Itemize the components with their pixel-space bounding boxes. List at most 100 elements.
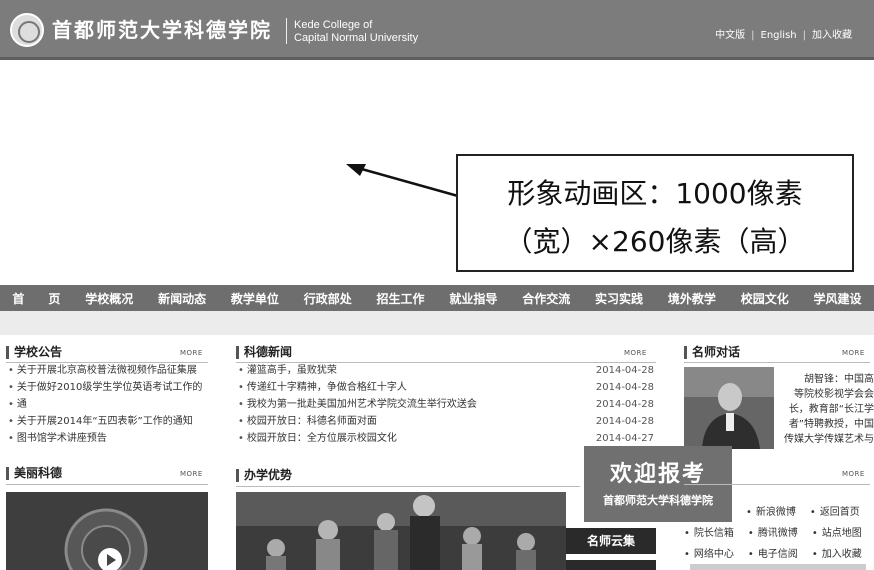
link-bookmark[interactable]: 加入收藏 bbox=[812, 30, 852, 41]
nav-study-style[interactable]: 学风建设 bbox=[801, 290, 874, 307]
teacher-photo-image bbox=[684, 367, 774, 449]
beauty-title[interactable]: 美丽科德 bbox=[6, 467, 62, 480]
main-nav: 首 页 学校概况 新闻动态 教学单位 行政部处 招生工作 就业指导 合作交流 实… bbox=[0, 285, 874, 311]
notice-item-continued[interactable]: 通 bbox=[8, 396, 208, 413]
quick-links-row: • 网络中心 • 电子信阅 • 加入收藏 bbox=[684, 545, 862, 560]
notice-item[interactable]: 关于开展2014年“五四表彰”工作的通知 bbox=[8, 413, 208, 430]
link-add-favorite[interactable]: 加入收藏 bbox=[822, 549, 862, 560]
bullet: • bbox=[747, 549, 754, 560]
news-item[interactable]: 我校为第一批赴美国加州艺术学院交流生举行欢送会 2014-04-28 bbox=[238, 396, 654, 413]
news-item-date: 2014-04-28 bbox=[595, 382, 654, 393]
teacher-intro-line: 等院校影视学会会 bbox=[794, 389, 874, 400]
teacher-intro-line: 胡智锋：中国高 bbox=[804, 374, 874, 385]
bullet: • bbox=[811, 528, 818, 539]
nav-home[interactable]: 首 页 bbox=[0, 290, 73, 307]
link-dean-mailbox[interactable]: 院长信箱 bbox=[694, 528, 734, 539]
school-seal-logo[interactable] bbox=[10, 13, 44, 47]
bullet: • bbox=[809, 507, 816, 518]
nav-employment[interactable]: 就业指导 bbox=[437, 290, 510, 307]
logo-divider bbox=[286, 18, 287, 44]
quick-links-row: • 新浪微博 • 返回首页 bbox=[684, 503, 860, 518]
quick-links-more[interactable]: MORE bbox=[842, 470, 865, 478]
nav-admissions[interactable]: 招生工作 bbox=[364, 290, 437, 307]
school-name-en-line1: Kede College of bbox=[294, 19, 373, 31]
tab-famous-teachers[interactable]: 名师云集 bbox=[566, 528, 656, 554]
nav-overseas[interactable]: 境外教学 bbox=[655, 290, 728, 307]
link-home[interactable]: 返回首页 bbox=[820, 507, 860, 518]
nav-overview[interactable]: 学校概况 bbox=[73, 290, 146, 307]
news-item-date: 2014-04-28 bbox=[595, 365, 654, 376]
news-item[interactable]: 校园开放日：科德名师面对面 2014-04-28 bbox=[238, 413, 654, 430]
divider bbox=[236, 486, 580, 487]
divider bbox=[6, 484, 208, 485]
divider bbox=[684, 362, 870, 363]
link-chinese[interactable]: 中文版 bbox=[715, 30, 745, 41]
news-item-text: 传递红十字精神，争做合格红十字人 bbox=[246, 382, 407, 393]
bottom-banner-strip[interactable] bbox=[690, 564, 866, 570]
news-more-link[interactable]: MORE bbox=[624, 349, 647, 357]
news-item[interactable]: 灌篮高手，虽败犹荣 2014-04-28 bbox=[238, 362, 654, 379]
news-title[interactable]: 科德新闻 bbox=[236, 346, 292, 359]
bullet: • bbox=[746, 507, 752, 518]
teacher-intro[interactable]: 胡智锋：中国高 等院校影视学会会 长，教育部“长江学 者”特聘教授，中国 传媒大… bbox=[780, 372, 874, 447]
news-list: 灌篮高手，虽败犹荣 2014-04-28 传递红十字精神，争做合格红十字人 2014… bbox=[238, 362, 654, 447]
nav-admin[interactable]: 行政部处 bbox=[291, 290, 364, 307]
banner-note-line2: （宽）×260像素（高） bbox=[504, 225, 806, 258]
teacher-more-link[interactable]: MORE bbox=[842, 349, 865, 357]
nav-cooperation[interactable]: 合作交流 bbox=[510, 290, 583, 307]
bullet: • bbox=[684, 528, 690, 539]
teacher-intro-line: 长，教育部“长江学 bbox=[788, 404, 874, 415]
campus-video[interactable] bbox=[6, 492, 208, 570]
news-item-date: 2014-04-27 bbox=[595, 433, 654, 444]
notice-item[interactable]: 图书馆学术讲座预告 bbox=[8, 430, 208, 447]
school-name-cn[interactable]: 首都师范大学科德学院 bbox=[52, 14, 272, 43]
news-item-date: 2014-04-28 bbox=[595, 416, 654, 427]
school-name-en[interactable]: Kede College of Capital Normal Universit… bbox=[294, 19, 418, 45]
teacher-intro-line: 者”特聘教授，中国 bbox=[788, 419, 874, 430]
news-item[interactable]: 校园开放日：全方位展示校园文化 2014-04-27 bbox=[238, 430, 654, 447]
news-item-text: 校园开放日：全方位展示校园文化 bbox=[246, 433, 397, 444]
notice-title[interactable]: 学校公告 bbox=[6, 346, 62, 359]
bullet: • bbox=[684, 549, 690, 560]
tab-next[interactable] bbox=[566, 560, 656, 570]
link-sitemap[interactable]: 站点地图 bbox=[822, 528, 862, 539]
nav-campus-culture[interactable]: 校园文化 bbox=[728, 290, 801, 307]
nav-teaching-units[interactable]: 教学单位 bbox=[218, 290, 291, 307]
link-network-center[interactable]: 网络中心 bbox=[694, 549, 734, 560]
notice-item-text: 通 bbox=[16, 399, 27, 410]
advantage-photo[interactable] bbox=[236, 492, 566, 570]
notice-item[interactable]: 关于做好2010级学生学位英语考试工作的 bbox=[8, 379, 208, 396]
advantage-title[interactable]: 办学优势 bbox=[236, 469, 292, 482]
link-weibo-tencent[interactable]: 腾讯微博 bbox=[758, 528, 798, 539]
separator: | bbox=[751, 30, 755, 41]
performance-image bbox=[236, 492, 566, 570]
banner-note-line1: 形象动画区：1000像素 bbox=[507, 177, 803, 210]
beauty-more-link[interactable]: MORE bbox=[180, 470, 203, 478]
notice-list: 关于开展北京高校普法微视频作品征集展 关于做好2010级学生学位英语考试工作的 … bbox=[8, 362, 208, 447]
top-links: 中文版 | English | 加入收藏 bbox=[715, 26, 852, 41]
link-e-reading[interactable]: 电子信阅 bbox=[758, 549, 798, 560]
link-english[interactable]: English bbox=[761, 30, 797, 41]
nav-news[interactable]: 新闻动态 bbox=[146, 290, 219, 307]
news-item[interactable]: 传递红十字精神，争做合格红十字人 2014-04-28 bbox=[238, 379, 654, 396]
divider bbox=[684, 484, 870, 485]
teacher-intro-line: 传媒大学传媒艺术与 bbox=[784, 434, 874, 445]
quick-links-row: • 院长信箱 • 腾讯微博 • 站点地图 bbox=[684, 524, 862, 539]
nav-practice[interactable]: 实习实践 bbox=[583, 290, 656, 307]
play-icon[interactable] bbox=[98, 548, 122, 570]
bullet: • bbox=[747, 528, 754, 539]
notice-more-link[interactable]: MORE bbox=[180, 349, 203, 357]
teacher-photo[interactable] bbox=[684, 367, 774, 449]
link-weibo-sina[interactable]: 新浪微博 bbox=[756, 507, 796, 518]
separator: | bbox=[802, 30, 806, 41]
pointer-arrow-icon bbox=[346, 164, 459, 198]
news-item-text: 我校为第一批赴美国加州艺术学院交流生举行欢送会 bbox=[246, 399, 477, 410]
site-header: 首都师范大学科德学院 Kede College of Capital Norma… bbox=[0, 0, 874, 60]
banner-size-note: 形象动画区：1000像素 （宽）×260像素（高） bbox=[456, 154, 854, 272]
news-item-date: 2014-04-28 bbox=[595, 399, 654, 410]
news-item-text: 校园开放日：科德名师面对面 bbox=[246, 416, 377, 427]
sub-nav-strip bbox=[0, 311, 874, 335]
teacher-title[interactable]: 名师对话 bbox=[684, 346, 740, 359]
notice-item[interactable]: 关于开展北京高校普法微视频作品征集展 bbox=[8, 362, 208, 379]
school-name-en-line2: Capital Normal University bbox=[294, 32, 419, 44]
